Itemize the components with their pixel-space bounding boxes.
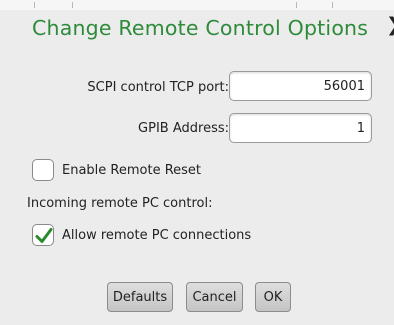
enable-remote-reset-checkbox[interactable]: [32, 159, 54, 181]
checkmark-icon: [35, 228, 53, 243]
ruler-tick: [72, 2, 73, 8]
gpib-address-input[interactable]: [229, 113, 372, 143]
dialog-title: Change Remote Control Options: [32, 16, 369, 40]
top-strip: [0, 0, 394, 10]
incoming-remote-heading: Incoming remote PC control:: [27, 196, 213, 211]
allow-remote-pc-label[interactable]: Allow remote PC connections: [62, 228, 251, 243]
ruler-tick: [34, 2, 35, 8]
gpib-address-label: GPIB Address:: [138, 121, 229, 136]
remote-control-options-dialog: Change Remote Control Options ❯ SCPI con…: [0, 0, 394, 325]
allow-remote-pc-checkbox[interactable]: [32, 224, 54, 246]
defaults-button[interactable]: Defaults: [107, 282, 173, 312]
ok-button[interactable]: OK: [255, 282, 291, 312]
close-icon[interactable]: ❯: [386, 14, 394, 36]
scpi-port-input[interactable]: [229, 71, 372, 101]
scpi-port-label: SCPI control TCP port:: [87, 80, 229, 95]
cancel-button[interactable]: Cancel: [186, 282, 243, 312]
ruler-tick: [296, 2, 297, 8]
ruler-tick: [332, 2, 333, 8]
enable-remote-reset-label[interactable]: Enable Remote Reset: [62, 163, 201, 178]
